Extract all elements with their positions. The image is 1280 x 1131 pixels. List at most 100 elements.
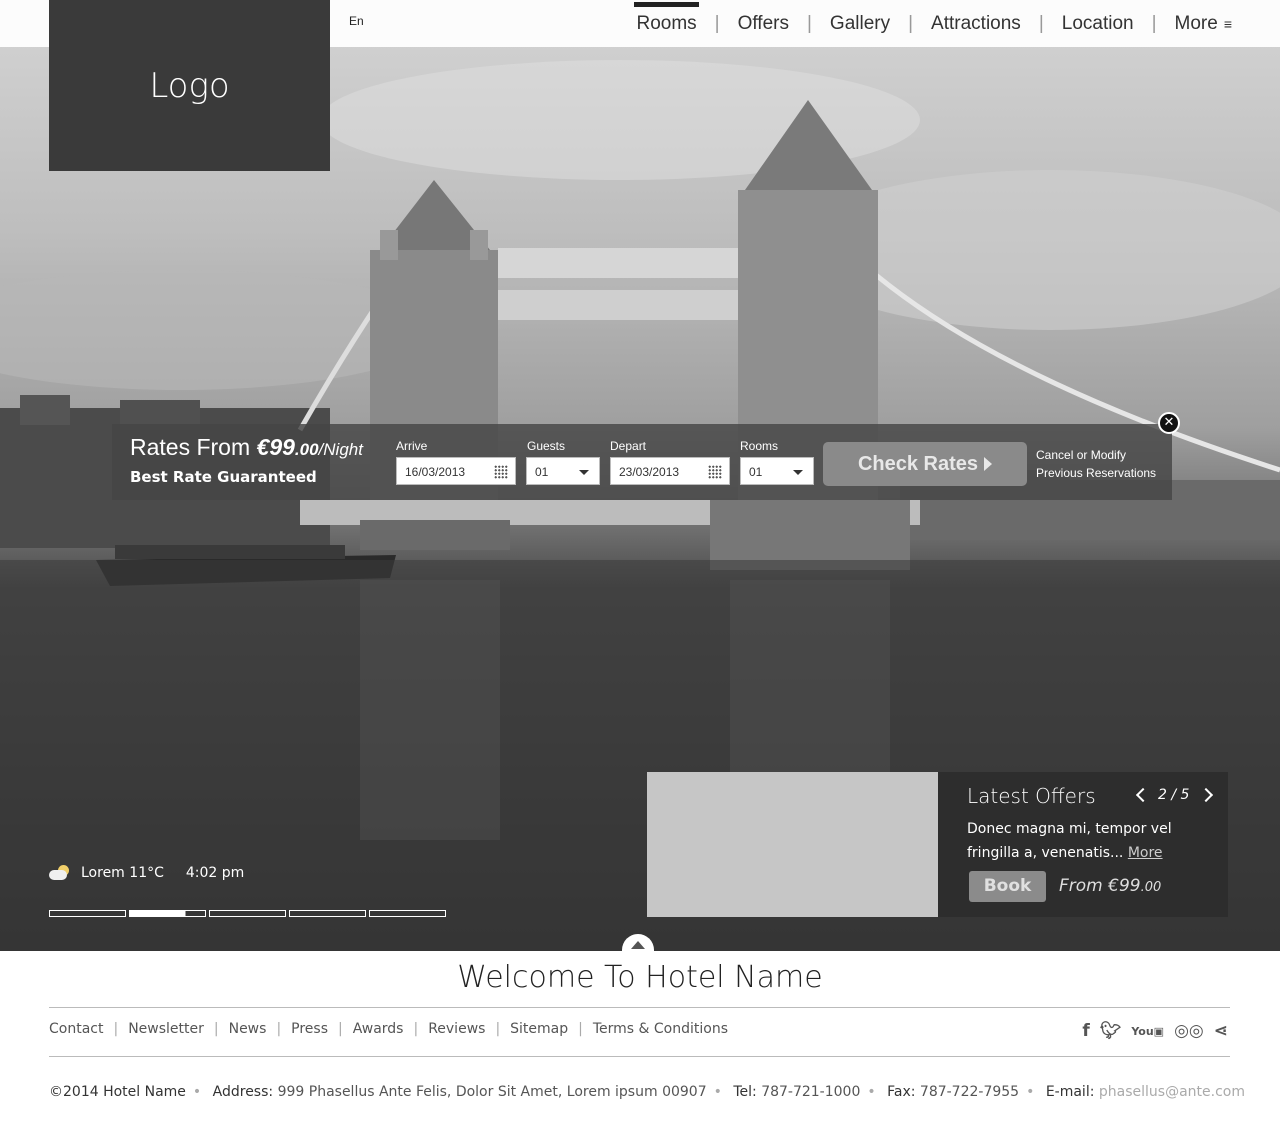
nav-item-location[interactable]: Location bbox=[1062, 13, 1134, 35]
footer-link-press[interactable]: Press bbox=[291, 1021, 328, 1037]
footer-link-news[interactable]: News bbox=[229, 1021, 267, 1037]
nav-separator: | bbox=[1038, 12, 1044, 34]
footer-contact-info: ©2014 Hotel Name • Address: 999 Phasellus… bbox=[49, 1084, 1245, 1100]
footer-link-reviews[interactable]: Reviews bbox=[428, 1021, 485, 1037]
email-label: E-mail: bbox=[1045, 1084, 1095, 1100]
offer-image-placeholder[interactable] bbox=[647, 772, 938, 917]
main-nav: Rooms | Offers | Gallery | Attractions |… bbox=[634, 0, 1232, 47]
arrive-label: Arrive bbox=[396, 439, 428, 453]
cancel-line-1: Cancel or Modify bbox=[1036, 448, 1127, 462]
rooms-label: Rooms bbox=[740, 439, 779, 453]
tel[interactable]: 787-721-1000 bbox=[761, 1084, 860, 1100]
slider-indicator-4[interactable] bbox=[289, 910, 366, 917]
depart-label: Depart bbox=[610, 439, 647, 453]
arrive-date-value: 16/03/2013 bbox=[405, 465, 466, 479]
rooms-value: 01 bbox=[749, 465, 763, 479]
offer-from-cents: .00 bbox=[1140, 880, 1162, 895]
share-icon[interactable]: ⋖ bbox=[1214, 1021, 1228, 1041]
nav-separator: | bbox=[714, 12, 720, 34]
nav-separator: | bbox=[908, 12, 914, 34]
booking-bar: Rates From €99.00/Night Best Rate Guaran… bbox=[112, 412, 1180, 500]
slider-indicator-1[interactable] bbox=[49, 910, 126, 917]
tripadvisor-icon[interactable]: ◎◎ bbox=[1174, 1021, 1204, 1041]
rates-price-cents: .00 bbox=[294, 440, 319, 459]
chevron-down-icon bbox=[793, 470, 803, 475]
depart-date-field[interactable]: 23/03/2013 bbox=[610, 457, 730, 485]
offers-pager-count: 2 / 5 bbox=[1158, 787, 1190, 803]
depart-date-value: 23/03/2013 bbox=[619, 465, 680, 479]
rooms-select[interactable]: 01 bbox=[740, 457, 814, 485]
fax-label: Fax: bbox=[887, 1084, 916, 1100]
latest-offers-panel: Latest Offers 2 / 5 Donec magna mi, temp… bbox=[938, 772, 1228, 917]
hamburger-menu-icon: ≡ bbox=[1223, 15, 1232, 32]
footer-link-awards[interactable]: Awards bbox=[353, 1021, 404, 1037]
chevron-right-icon[interactable] bbox=[1199, 787, 1214, 803]
guests-value: 01 bbox=[535, 465, 549, 479]
logo-text: Logo bbox=[149, 65, 230, 106]
book-button[interactable]: Book bbox=[969, 871, 1046, 902]
hero-banner: En Rooms | Offers | Gallery | Attraction… bbox=[0, 0, 1280, 951]
nav-item-more[interactable]: More ≡ bbox=[1175, 13, 1232, 35]
welcome-title: Welcome To Hotel Name bbox=[457, 960, 823, 995]
offer-description: Donec magna mi, tempor vel fringilla a, … bbox=[967, 817, 1217, 865]
footer-link-sitemap[interactable]: Sitemap bbox=[510, 1021, 568, 1037]
guests-label: Guests bbox=[527, 439, 566, 453]
close-icon[interactable]: ✕ bbox=[1158, 412, 1180, 434]
nav-item-offers[interactable]: Offers bbox=[738, 13, 789, 35]
slider-indicator-3[interactable] bbox=[209, 910, 286, 917]
slider-indicator-5[interactable] bbox=[369, 910, 446, 917]
footer-link-contact[interactable]: Contact bbox=[49, 1021, 103, 1037]
divider bbox=[49, 1056, 1230, 1057]
play-arrow-icon bbox=[984, 457, 993, 471]
weather-temp: 11°C bbox=[129, 865, 164, 881]
partly-cloudy-icon bbox=[49, 864, 71, 882]
chevron-down-icon bbox=[579, 470, 589, 475]
nav-separator: | bbox=[806, 12, 812, 34]
calendar-icon[interactable] bbox=[708, 465, 722, 479]
social-links: f 🐦︎ You▣ ◎◎ ⋖ bbox=[1072, 1021, 1228, 1041]
arrive-date-field[interactable]: 16/03/2013 bbox=[396, 457, 516, 485]
nav-item-more-label: More bbox=[1174, 12, 1218, 34]
offer-price: From €99.00 bbox=[1059, 876, 1161, 896]
logo[interactable]: Logo bbox=[49, 0, 330, 171]
rates-price: €99 bbox=[256, 434, 295, 460]
weather-widget: Lorem 11°C 4:02 pm bbox=[49, 864, 244, 882]
twitter-icon[interactable]: 🐦︎ bbox=[1100, 1021, 1122, 1041]
nav-item-gallery[interactable]: Gallery bbox=[830, 13, 890, 35]
slider-indicator-2[interactable] bbox=[129, 910, 206, 917]
weather-location: Lorem bbox=[81, 865, 125, 881]
latest-offers-title: Latest Offers bbox=[967, 784, 1096, 808]
check-rates-label: Check Rates bbox=[857, 452, 979, 475]
nav-item-attractions[interactable]: Attractions bbox=[931, 13, 1021, 35]
youtube-icon[interactable]: You▣ bbox=[1131, 1025, 1164, 1038]
best-rate-guaranteed: Best Rate Guaranteed bbox=[130, 468, 317, 486]
check-rates-button[interactable]: Check Rates bbox=[823, 442, 1027, 486]
cancel-modify-link[interactable]: Cancel or Modify Previous Reservations bbox=[1036, 446, 1156, 482]
slider-indicators bbox=[49, 910, 449, 917]
tel-label: Tel: bbox=[733, 1084, 757, 1100]
rates-per-night: /Night bbox=[318, 440, 363, 459]
rates-from: Rates From €99.00/Night bbox=[130, 434, 363, 461]
cancel-line-2: Previous Reservations bbox=[1036, 466, 1157, 480]
footer-links: Contact | Newsletter | News | Press | Awards… bbox=[49, 1021, 729, 1037]
nav-item-rooms[interactable]: Rooms bbox=[634, 1, 699, 35]
footer-link-newsletter[interactable]: Newsletter bbox=[128, 1021, 204, 1037]
footer-link-terms[interactable]: Terms & Conditions bbox=[593, 1021, 728, 1037]
address: 999 Phasellus Ante Felis, Dolor Sit Amet… bbox=[277, 1084, 707, 1100]
divider bbox=[49, 1007, 1230, 1008]
offers-pager: 2 / 5 bbox=[1135, 787, 1214, 803]
address-label: Address: bbox=[212, 1084, 274, 1100]
guests-select[interactable]: 01 bbox=[526, 457, 600, 485]
email-link[interactable]: phasellus@ante.com bbox=[1099, 1084, 1245, 1100]
nav-separator: | bbox=[1151, 12, 1157, 34]
fax: 787-722-7955 bbox=[919, 1084, 1020, 1100]
chevron-left-icon[interactable] bbox=[1135, 787, 1151, 803]
language-selector[interactable]: En bbox=[349, 14, 364, 28]
copyright: ©2014 Hotel Name bbox=[49, 1084, 186, 1100]
offer-more-link[interactable]: More bbox=[1128, 845, 1163, 861]
weather-time: 4:02 pm bbox=[185, 865, 245, 881]
rates-from-label: Rates From bbox=[130, 434, 251, 460]
offer-from-price: From €99 bbox=[1059, 876, 1141, 896]
calendar-icon[interactable] bbox=[494, 465, 508, 479]
facebook-icon[interactable]: f bbox=[1082, 1021, 1089, 1041]
